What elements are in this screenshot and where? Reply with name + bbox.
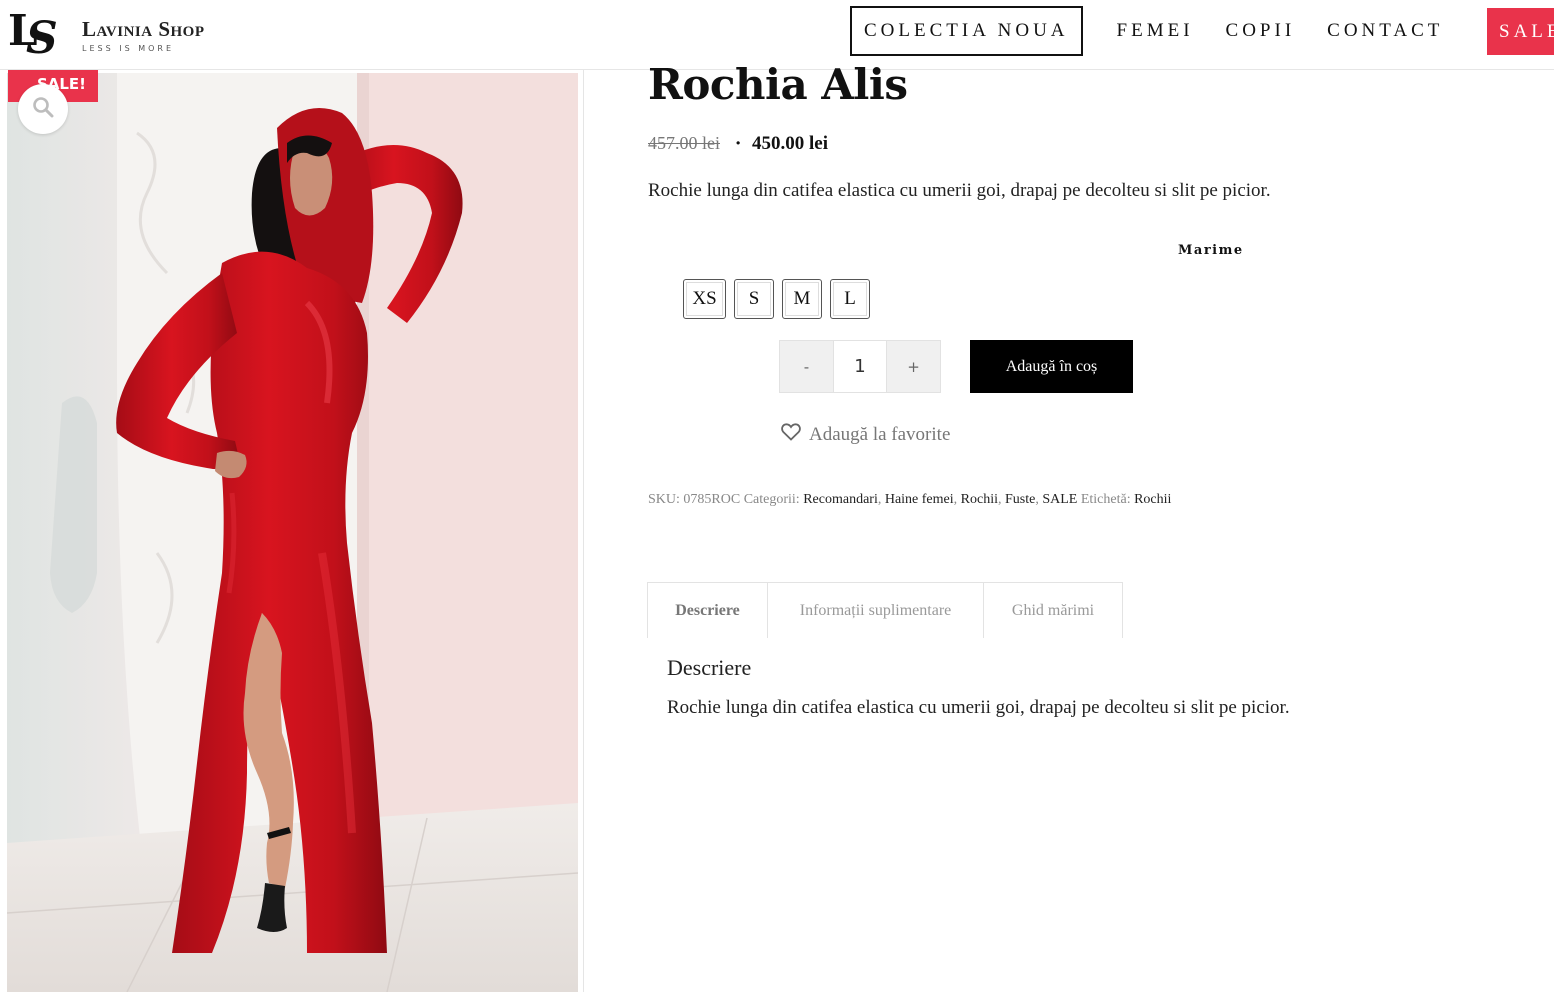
size-option-xs[interactable]: XS (683, 279, 726, 319)
product-title: Rochia Alis (648, 60, 908, 109)
add-to-wishlist-link[interactable]: Adaugă la favorite (781, 423, 950, 447)
category-link[interactable]: Fuste (1005, 492, 1035, 507)
nav-item-contact[interactable]: CONTACT (1311, 6, 1459, 56)
nav-item-femei[interactable]: FEMEI (1101, 6, 1210, 56)
category-link[interactable]: SALE (1042, 492, 1077, 507)
tab-panel-text: Rochie lunga din catifea elastica cu ume… (667, 697, 1290, 718)
size-selector: XS S M L (683, 279, 870, 319)
main-nav: COLECTIA NOUA FEMEI COPII CONTACT (850, 6, 1459, 56)
column-divider (583, 70, 584, 992)
quantity-input[interactable] (833, 341, 887, 392)
wishlist-label: Adaugă la favorite (809, 424, 951, 445)
categories-label: Categorii: (743, 492, 800, 507)
heart-icon (781, 423, 801, 447)
price-regular: 457.00 lei (648, 133, 720, 153)
size-option-s[interactable]: S (734, 279, 774, 319)
product-meta: SKU: 0785ROC Categorii: Recomandari, Hai… (648, 492, 1172, 507)
tag-label: Etichetă: (1080, 492, 1131, 507)
price-separator: · (735, 133, 742, 154)
price-sale: 450.00 lei (752, 133, 828, 154)
quantity-minus-button[interactable]: - (780, 341, 833, 392)
size-option-m[interactable]: M (782, 279, 822, 319)
tab-ghid-marimi[interactable]: Ghid mărimi (984, 582, 1123, 638)
logo[interactable]: L S Lavinia Shop LESS IS MORE (8, 8, 218, 62)
nav-item-colectia-noua[interactable]: COLECTIA NOUA (850, 6, 1083, 56)
logo-name: Lavinia Shop (82, 17, 205, 41)
size-label: Marime (1178, 243, 1244, 258)
quantity-stepper: - + (779, 340, 941, 393)
product-tabs: Descriere Informații suplimentare Ghid m… (647, 582, 1123, 638)
logo-text: Lavinia Shop LESS IS MORE (82, 17, 205, 53)
tab-informatii-suplimentare[interactable]: Informații suplimentare (768, 582, 984, 638)
tab-panel-title: Descriere (667, 655, 752, 680)
quantity-plus-button[interactable]: + (887, 341, 940, 392)
zoom-button[interactable] (18, 84, 68, 134)
category-link[interactable]: Haine femei (885, 492, 954, 507)
search-icon (32, 96, 54, 122)
sku-label: SKU: (648, 492, 680, 507)
nav-item-copii[interactable]: COPII (1210, 6, 1312, 56)
category-link[interactable]: Recomandari (803, 492, 878, 507)
tab-descriere[interactable]: Descriere (647, 582, 768, 638)
tag-link[interactable]: Rochii (1134, 492, 1171, 507)
short-description: Rochie lunga din catifea elastica cu ume… (648, 180, 1271, 201)
add-to-cart-button[interactable]: Adaugă în coș (970, 340, 1133, 393)
product-image[interactable] (7, 73, 578, 992)
product-photo (7, 73, 578, 992)
logo-mark: L S (8, 8, 70, 62)
size-option-l[interactable]: L (830, 279, 870, 319)
sku-value: 0785ROC (683, 492, 741, 507)
category-link[interactable]: Rochii (961, 492, 998, 507)
nav-item-sale[interactable]: SALE (1487, 8, 1554, 55)
logo-tagline: LESS IS MORE (82, 44, 175, 53)
logo-mark-s: S (26, 13, 58, 64)
